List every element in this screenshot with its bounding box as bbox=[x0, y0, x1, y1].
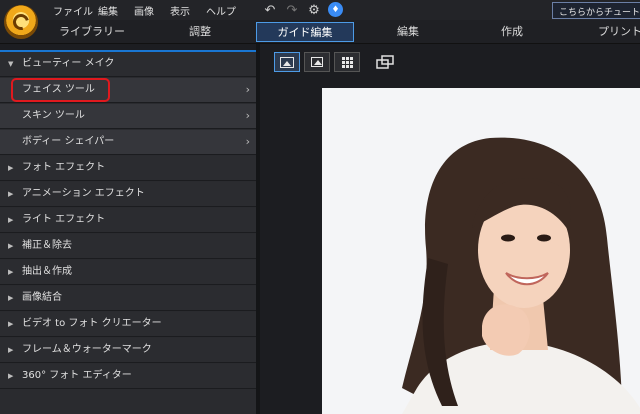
collapsed-triangle-icon: ▶ bbox=[8, 242, 14, 250]
preview-area bbox=[260, 44, 640, 414]
redo-arrow-icon[interactable]: ↷ bbox=[284, 2, 300, 18]
photo-preview[interactable] bbox=[322, 88, 640, 414]
category-correct-remove[interactable]: ▶ 補正＆除去 bbox=[0, 234, 256, 259]
collapsed-triangle-icon: ▶ bbox=[8, 294, 14, 302]
app-logo-icon bbox=[4, 5, 38, 39]
category-frame-watermark[interactable]: ▶ フレーム＆ウォーターマーク bbox=[0, 338, 256, 363]
category-label: 画像結合 bbox=[22, 292, 62, 303]
grid-view-icon[interactable] bbox=[334, 52, 360, 72]
tab-print[interactable]: プリント bbox=[580, 22, 640, 42]
collapsed-triangle-icon: ▶ bbox=[8, 268, 14, 276]
category-label: ビデオ to フォト クリエーター bbox=[22, 318, 162, 329]
category-360-photo-editor[interactable]: ▶ 360° フォト エディター bbox=[0, 364, 256, 389]
collapsed-triangle-icon: ▶ bbox=[8, 164, 14, 172]
single-view-icon[interactable] bbox=[274, 52, 300, 72]
tutorial-button[interactable]: こちらからチュートリアル bbox=[552, 2, 640, 19]
category-image-merge[interactable]: ▶ 画像結合 bbox=[0, 286, 256, 311]
category-label: ライト エフェクト bbox=[22, 214, 106, 225]
category-label: 抽出＆作成 bbox=[22, 266, 72, 277]
chevron-right-icon: › bbox=[245, 109, 250, 122]
menu-image[interactable]: 画像 bbox=[134, 3, 154, 18]
menu-help[interactable]: ヘルプ bbox=[206, 3, 236, 18]
collapsed-triangle-icon: ▶ bbox=[8, 216, 14, 224]
category-label: 360° フォト エディター bbox=[22, 370, 132, 381]
chevron-right-icon: › bbox=[245, 83, 250, 96]
sub-item-label: スキン ツール bbox=[22, 110, 85, 121]
bell-icon[interactable]: ♦ bbox=[328, 2, 343, 17]
view-toolbar bbox=[260, 50, 640, 74]
collapsed-triangle-icon: ▶ bbox=[8, 372, 14, 380]
category-video-to-photo[interactable]: ▶ ビデオ to フォト クリエーター bbox=[0, 312, 256, 337]
highlight-box bbox=[11, 78, 110, 102]
collapsed-triangle-icon: ▶ bbox=[8, 346, 14, 354]
compare-window-icon[interactable] bbox=[376, 54, 396, 70]
tab-library[interactable]: ライブラリー bbox=[50, 22, 134, 42]
expanded-triangle-icon: ▼ bbox=[8, 60, 14, 68]
menu-file[interactable]: ファイル bbox=[53, 3, 93, 18]
category-label: ビューティー メイク bbox=[22, 58, 115, 69]
undo-arrow-icon[interactable]: ↶ bbox=[262, 2, 278, 18]
tab-edit[interactable]: 編集 bbox=[368, 22, 448, 42]
category-extract-create[interactable]: ▶ 抽出＆作成 bbox=[0, 260, 256, 285]
category-photo-effect[interactable]: ▶ フォト エフェクト bbox=[0, 156, 256, 181]
mode-tab-bar: ライブラリー 調整 ガイド編集 編集 作成 プリント bbox=[0, 20, 640, 44]
image-view-icon[interactable] bbox=[304, 52, 330, 72]
collapsed-triangle-icon: ▶ bbox=[8, 320, 14, 328]
tab-create[interactable]: 作成 bbox=[472, 22, 552, 42]
category-label: フレーム＆ウォーターマーク bbox=[22, 344, 152, 355]
sub-item-label: ボディー シェイパー bbox=[22, 136, 115, 147]
category-label: アニメーション エフェクト bbox=[22, 188, 145, 199]
tab-guided-edit[interactable]: ガイド編集 bbox=[256, 22, 354, 42]
category-beauty-makeup[interactable]: ▼ ビューティー メイク bbox=[0, 52, 256, 77]
menu-view[interactable]: 表示 bbox=[170, 3, 190, 18]
sub-item-skin-tool[interactable]: スキン ツール › bbox=[0, 104, 256, 129]
menu-edit[interactable]: 編集 bbox=[98, 3, 118, 18]
guided-edit-panel: ▼ ビューティー メイク フェイス ツール › スキン ツール › ボディー シ… bbox=[0, 50, 256, 414]
chevron-right-icon: › bbox=[245, 135, 250, 148]
tab-adjust[interactable]: 調整 bbox=[160, 22, 240, 42]
portrait-photo bbox=[322, 88, 640, 414]
gear-icon[interactable]: ⚙ bbox=[306, 2, 322, 18]
collapsed-triangle-icon: ▶ bbox=[8, 190, 14, 198]
category-light-effect[interactable]: ▶ ライト エフェクト bbox=[0, 208, 256, 233]
menu-bar: ファイル 編集 画像 表示 ヘルプ ↶ ↷ ⚙ ♦ こちらからチュートリアル bbox=[0, 0, 640, 39]
sub-item-body-shaper[interactable]: ボディー シェイパー › bbox=[0, 130, 256, 155]
category-label: 補正＆除去 bbox=[22, 240, 72, 251]
category-animation-effect[interactable]: ▶ アニメーション エフェクト bbox=[0, 182, 256, 207]
category-label: フォト エフェクト bbox=[22, 162, 106, 173]
